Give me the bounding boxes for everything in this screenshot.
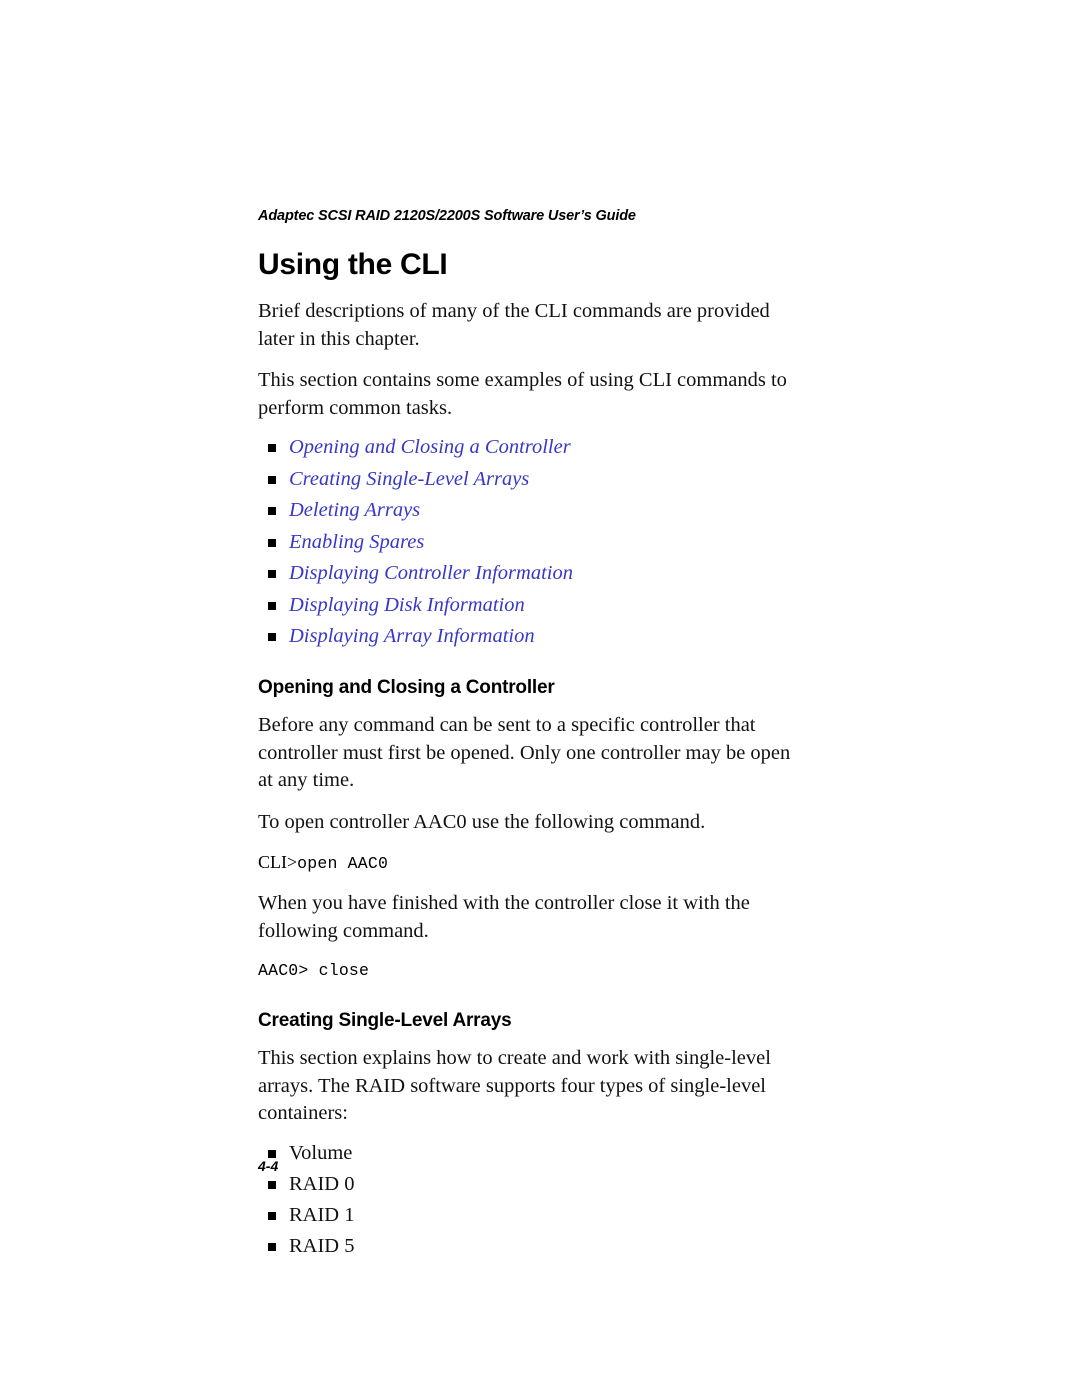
command-line-open: CLI>open AAC0 bbox=[258, 850, 794, 876]
square-bullet-icon bbox=[268, 538, 276, 547]
container-type-raid-1: RAID 1 bbox=[289, 1203, 355, 1226]
square-bullet-icon bbox=[268, 475, 276, 484]
square-bullet-icon bbox=[268, 1149, 276, 1158]
intro-paragraph-2: This section contains some examples of u… bbox=[258, 369, 787, 419]
page-number: 4-4 bbox=[258, 1158, 279, 1174]
link-displaying-disk-information[interactable]: Displaying Disk Information bbox=[289, 594, 525, 616]
link-opening-closing-a-controller[interactable]: Opening and Closing a Controller bbox=[289, 436, 571, 458]
link-deleting-arrays[interactable]: Deleting Arrays bbox=[289, 499, 420, 521]
list-item: RAID 5 bbox=[258, 1235, 794, 1258]
intro-paragraph-1: Brief descriptions of many of the CLI co… bbox=[258, 300, 770, 350]
section-paragraph: This section explains how to create and … bbox=[258, 1047, 771, 1124]
page-title: Using the CLI bbox=[258, 248, 448, 281]
container-types-list: Volume RAID 0 RAID 1 RAID 5 bbox=[258, 1142, 794, 1258]
command-line-close: AAC0> close bbox=[258, 959, 794, 983]
page-content: Using the CLI Brief descriptions of many… bbox=[258, 248, 794, 1266]
square-bullet-icon bbox=[268, 1242, 276, 1251]
link-displaying-array-information[interactable]: Displaying Array Information bbox=[289, 625, 535, 647]
list-item[interactable]: Deleting Arrays bbox=[258, 499, 794, 522]
square-bullet-icon bbox=[268, 507, 276, 515]
square-bullet-icon bbox=[268, 601, 276, 610]
square-bullet-icon bbox=[268, 444, 276, 452]
section-heading-opening-closing-a-controller: Opening and Closing a Controller bbox=[258, 677, 555, 698]
square-bullet-icon bbox=[268, 633, 276, 641]
container-type-raid-5: RAID 5 bbox=[289, 1234, 355, 1257]
command-text: AAC0> close bbox=[258, 961, 370, 980]
running-header: Adaptec SCSI RAID 2120S/2200S Software U… bbox=[258, 208, 636, 224]
command-prompt: CLI> bbox=[258, 852, 298, 872]
link-displaying-controller-information[interactable]: Displaying Controller Information bbox=[289, 562, 573, 584]
list-item[interactable]: Enabling Spares bbox=[258, 531, 794, 554]
section-paragraph: When you have finished with the controll… bbox=[258, 892, 750, 942]
square-bullet-icon bbox=[268, 570, 276, 578]
container-type-volume: Volume bbox=[289, 1141, 353, 1164]
command-text: open AAC0 bbox=[297, 854, 389, 873]
list-item: RAID 1 bbox=[258, 1204, 794, 1227]
list-item: RAID 0 bbox=[258, 1173, 794, 1196]
section-link-list: Opening and Closing a Controller Creatin… bbox=[258, 436, 794, 648]
link-creating-single-level-arrays[interactable]: Creating Single-Level Arrays bbox=[289, 468, 529, 490]
list-item: Volume bbox=[258, 1142, 794, 1165]
list-item[interactable]: Creating Single-Level Arrays bbox=[258, 468, 794, 491]
square-bullet-icon bbox=[268, 1180, 276, 1189]
container-type-raid-0: RAID 0 bbox=[289, 1172, 355, 1195]
link-enabling-spares[interactable]: Enabling Spares bbox=[289, 531, 424, 553]
section-heading-creating-single-level-arrays: Creating Single-Level Arrays bbox=[258, 1010, 512, 1031]
section-paragraph: Before any command can be sent to a spec… bbox=[258, 714, 791, 791]
list-item[interactable]: Opening and Closing a Controller bbox=[258, 436, 794, 459]
list-item[interactable]: Displaying Controller Information bbox=[258, 562, 794, 585]
square-bullet-icon bbox=[268, 1211, 276, 1220]
document-page: Adaptec SCSI RAID 2120S/2200S Software U… bbox=[0, 0, 1080, 1397]
list-item[interactable]: Displaying Disk Information bbox=[258, 594, 794, 617]
list-item[interactable]: Displaying Array Information bbox=[258, 625, 794, 648]
section-paragraph: To open controller AAC0 use the followin… bbox=[258, 810, 706, 833]
